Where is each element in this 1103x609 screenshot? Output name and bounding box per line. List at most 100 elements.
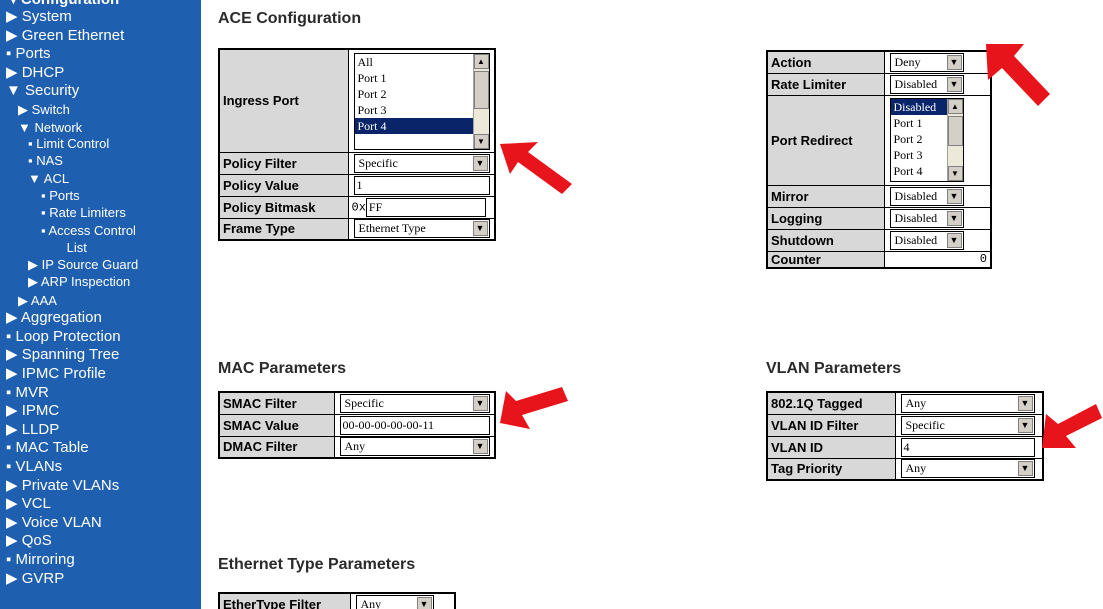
logging-select[interactable]: Disabled ▼ — [889, 208, 964, 228]
triangle-down-icon[interactable]: ▼ — [1017, 417, 1033, 433]
rate-limiter-select[interactable]: Disabled ▼ — [889, 74, 964, 94]
policy-value-label: Policy Value — [218, 173, 349, 197]
triangle-down-icon[interactable]: ▼ — [1017, 395, 1033, 411]
shutdown-select[interactable]: Disabled ▼ — [889, 230, 964, 250]
bullet-icon: ▪ — [6, 439, 12, 457]
sidebar-item[interactable]: ▶ VCL — [6, 495, 51, 513]
triangle-down-icon[interactable]: ▼ — [416, 596, 432, 609]
sidebar-item[interactable]: ▶ Private VLANs — [6, 477, 119, 495]
sidebar-item[interactable]: ▪ Mirroring — [6, 551, 75, 569]
sidebar-item[interactable]: ▪ Ports — [41, 188, 80, 204]
sidebar-item-label: List — [66, 239, 87, 255]
list-option[interactable]: Port 1 — [355, 70, 489, 86]
sidebar-item[interactable]: ▶ Green Ethernet — [6, 27, 124, 45]
sidebar-item[interactable]: ▶ Aggregation — [6, 309, 102, 327]
triangle-down-icon[interactable]: ▼ — [472, 221, 488, 237]
sidebar-item[interactable]: ▶ Spanning Tree — [6, 346, 119, 364]
sidebar-item[interactable]: ▶ Voice VLAN — [6, 514, 102, 532]
sidebar-item-label: Aggregation — [20, 309, 102, 327]
ace-config-table: Ingress Port All Port 1 Port 2 Port 3 Po… — [218, 48, 496, 241]
policy-value-input[interactable]: 1 — [353, 175, 490, 195]
sidebar-item[interactable]: ▶ GVRP — [6, 570, 64, 588]
sidebar-item[interactable]: ▶ IPMC — [6, 402, 59, 420]
scroll-thumb[interactable] — [947, 116, 963, 146]
smac-value-label: SMAC Value — [218, 413, 335, 437]
scroll-up-icon[interactable]: ▲ — [947, 99, 963, 114]
triangle-down-icon[interactable]: ▼ — [946, 54, 962, 70]
listbox-scrollbar[interactable]: ▲ ▼ — [472, 53, 489, 149]
sidebar-item-label: System — [21, 8, 72, 25]
sidebar-item[interactable]: ▪ MVR — [6, 384, 49, 402]
list-option[interactable]: All — [355, 54, 489, 70]
tag-priority-select[interactable]: Any ▼ — [900, 459, 1035, 479]
sidebar-item[interactable]: ▪ VLANs — [6, 458, 62, 476]
frame-type-select[interactable]: Ethernet Type ▼ — [353, 219, 490, 239]
tagged-select[interactable]: Any ▼ — [900, 393, 1035, 413]
vlan-id-input[interactable]: 4 — [900, 437, 1035, 457]
select-value: Disabled — [894, 188, 938, 203]
sidebar-item[interactable]: List — [63, 240, 87, 256]
sidebar-item[interactable]: ▼ Network — [18, 119, 82, 136]
sidebar-item[interactable]: ▪ Ports — [6, 45, 51, 63]
sidebar-item[interactable]: ▪ Access Control — [41, 223, 136, 239]
list-option-selected[interactable]: Port 4 — [354, 117, 489, 134]
vlan-id-filter-select[interactable]: Specific ▼ — [900, 415, 1035, 435]
mirror-select[interactable]: Disabled ▼ — [889, 186, 964, 206]
red-arrow-icon — [1042, 404, 1102, 448]
sidebar-item[interactable]: ▶ Switch — [18, 101, 70, 118]
policy-filter-select[interactable]: Specific ▼ — [353, 153, 490, 173]
triangle-down-icon[interactable]: ▼ — [1017, 461, 1033, 477]
smac-filter-label: SMAC Filter — [218, 391, 335, 415]
policy-bitmask-input[interactable]: FF — [365, 197, 486, 217]
sidebar-item-label: NAS — [36, 153, 63, 169]
ingress-port-listbox[interactable]: All Port 1 Port 2 Port 3 Port 4 ▲ ▼ — [353, 52, 490, 150]
listbox-scrollbar[interactable]: ▲ ▼ — [946, 99, 963, 181]
triangle-down-icon[interactable]: ▼ — [946, 232, 962, 248]
sidebar-item[interactable]: ▪ MAC Table — [6, 439, 89, 457]
triangle-down-icon[interactable]: ▼ — [472, 155, 488, 171]
triangle-right-icon: ▶ — [6, 26, 18, 44]
sidebar-item[interactable]: ▼ ACL — [28, 171, 69, 187]
mac-parameters-heading: MAC Parameters — [218, 360, 347, 377]
scroll-thumb[interactable] — [473, 70, 489, 109]
sidebar-item[interactable]: ▶ System — [6, 8, 72, 26]
scroll-down-icon[interactable]: ▼ — [473, 133, 489, 149]
sidebar-item-label: Ports — [49, 187, 80, 203]
sidebar-item[interactable]: ▪ Loop Protection — [6, 328, 121, 346]
triangle-right-icon: ▶ — [18, 292, 28, 308]
sidebar-item[interactable]: ▪ Limit Control — [28, 136, 109, 152]
dmac-filter-label: DMAC Filter — [218, 435, 335, 459]
port-redirect-listbox[interactable]: Disabled Port 1 Port 2 Port 3 Port 4 ▲ ▼ — [889, 98, 964, 182]
sidebar-item[interactable]: ▪ Rate Limiters — [41, 205, 126, 221]
smac-filter-select[interactable]: Specific ▼ — [339, 393, 490, 413]
triangle-down-icon[interactable]: ▼ — [946, 210, 962, 226]
sidebar-item[interactable]: ▶ AAA — [18, 292, 57, 309]
triangle-down-icon[interactable]: ▼ — [472, 439, 488, 455]
tagged-label: 802.1Q Tagged — [766, 391, 896, 415]
sidebar-item[interactable]: ▶ QoS — [6, 532, 52, 550]
sidebar-item-label: Switch — [31, 102, 70, 117]
bullet-icon: ▪ — [6, 383, 12, 401]
list-option[interactable]: Port 2 — [355, 86, 489, 102]
scroll-down-icon[interactable]: ▼ — [947, 166, 963, 181]
mac-parameters-table: SMAC Filter Specific ▼ SMAC Value 00-00-0… — [218, 391, 496, 459]
sidebar-item[interactable]: ▼ Security — [6, 82, 79, 100]
policy-bitmask-label: Policy Bitmask — [218, 195, 349, 219]
sidebar-item[interactable]: ▶ LLDP — [6, 421, 59, 439]
action-select[interactable]: Deny ▼ — [889, 52, 964, 72]
red-arrow-icon — [986, 44, 1050, 106]
triangle-right-icon: ▶ — [6, 513, 18, 531]
dmac-filter-select[interactable]: Any ▼ — [339, 437, 490, 457]
triangle-down-icon[interactable]: ▼ — [946, 188, 962, 204]
scroll-up-icon[interactable]: ▲ — [473, 53, 489, 69]
sidebar-item[interactable]: ▶ DHCP — [6, 64, 64, 82]
sidebar-item[interactable]: ▪ NAS — [28, 153, 63, 169]
triangle-down-icon[interactable]: ▼ — [946, 76, 962, 92]
list-option[interactable]: Port 3 — [355, 102, 489, 118]
sidebar-item[interactable]: ▶ IP Source Guard — [28, 257, 138, 273]
sidebar-item[interactable]: ▶ ARP Inspection — [28, 274, 130, 290]
sidebar-item[interactable]: ▶ IPMC Profile — [6, 365, 106, 383]
ethertype-filter-select[interactable]: Any ▼ — [355, 594, 434, 609]
smac-value-input[interactable]: 00-00-00-00-00-11 — [339, 415, 490, 435]
triangle-down-icon[interactable]: ▼ — [472, 395, 488, 411]
